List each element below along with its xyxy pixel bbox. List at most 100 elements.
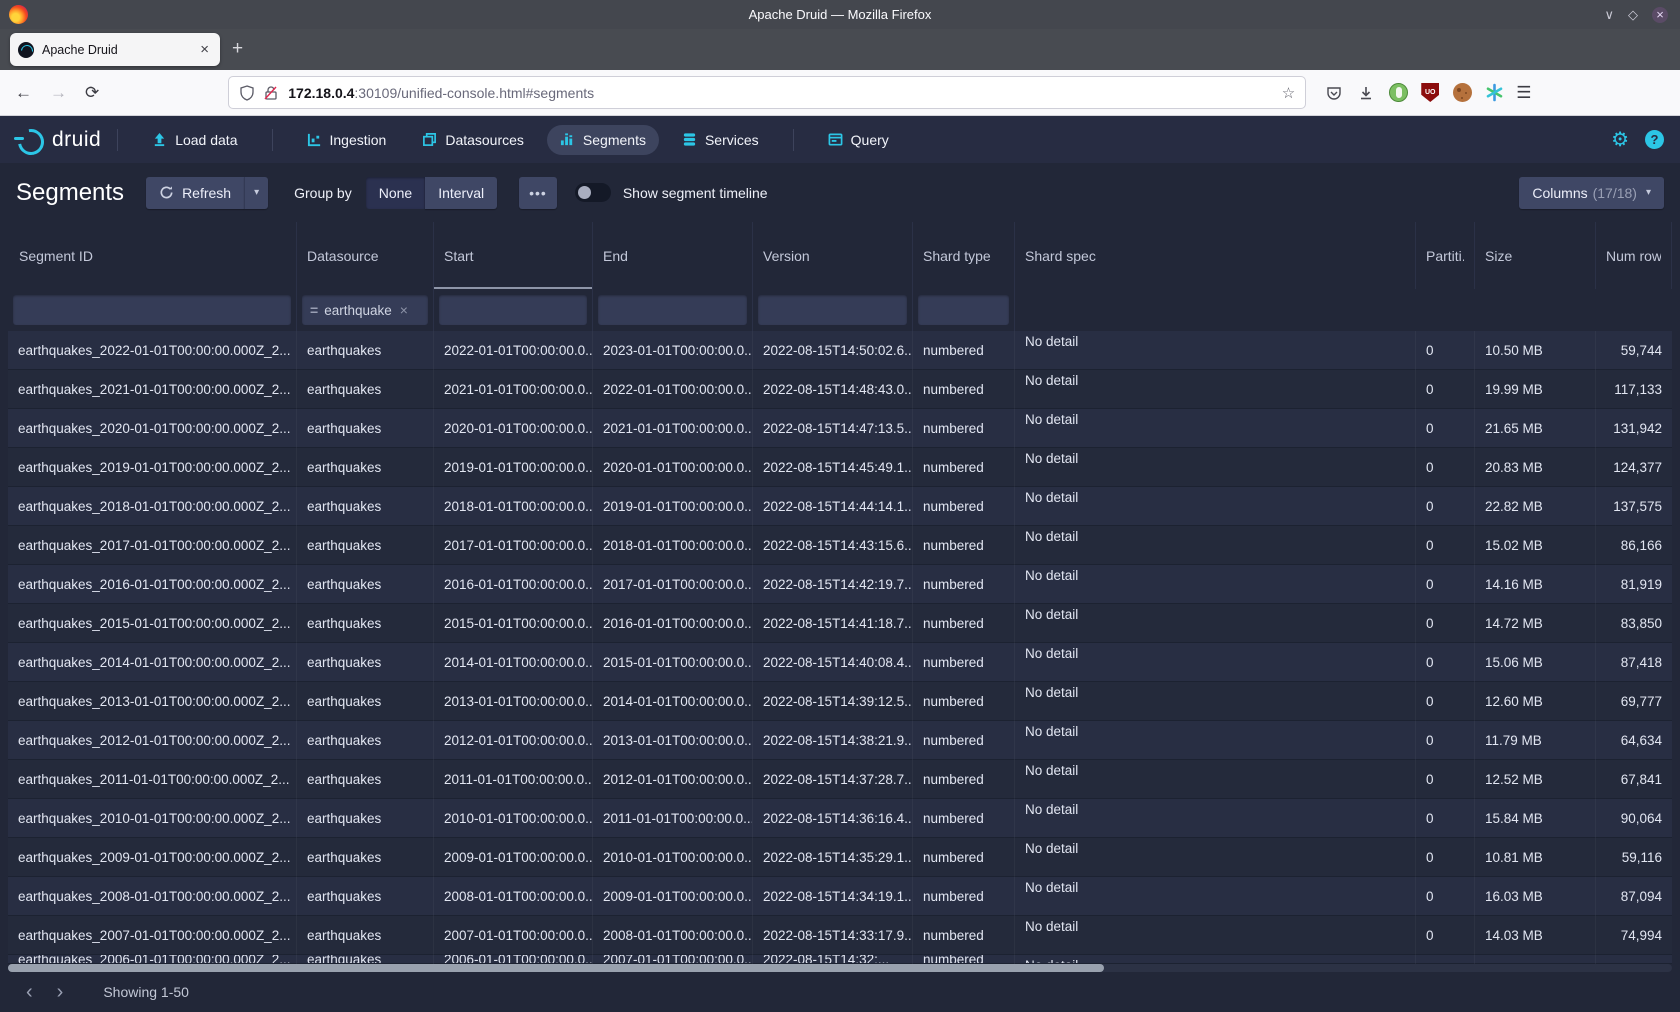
- table-row[interactable]: earthquakes_2017-01-01T00:00:00.000Z_2..…: [8, 526, 1672, 565]
- cell-shard-type: numbered: [913, 448, 1015, 487]
- table-row[interactable]: earthquakes_2012-01-01T00:00:00.000Z_2..…: [8, 721, 1672, 760]
- downloads-icon[interactable]: [1356, 83, 1376, 103]
- nav-datasources[interactable]: Datasources: [409, 125, 537, 155]
- cell-num-rows: 131,942: [1596, 409, 1672, 448]
- filter-input-start[interactable]: [439, 295, 587, 325]
- column-header-version[interactable]: Version: [753, 222, 913, 289]
- cell-segment-id[interactable]: earthquakes_2020-01-01T00:00:00.000Z_2..…: [8, 409, 297, 448]
- cell-segment-id[interactable]: earthquakes_2019-01-01T00:00:00.000Z_2..…: [8, 448, 297, 487]
- cell-segment-id[interactable]: earthquakes_2022-01-01T00:00:00.000Z_2..…: [8, 331, 297, 370]
- filter-input-version[interactable]: [758, 295, 907, 325]
- more-options-button[interactable]: •••: [519, 177, 557, 209]
- cell-shard-spec: No detail: [1015, 487, 1416, 526]
- table-row[interactable]: earthquakes_2018-01-01T00:00:00.000Z_2..…: [8, 487, 1672, 526]
- cell-end: 2013-01-01T00:00:00.0...: [593, 721, 753, 760]
- column-header-datasource[interactable]: Datasource: [297, 222, 434, 289]
- table-row[interactable]: earthquakes_2013-01-01T00:00:00.000Z_2..…: [8, 682, 1672, 721]
- table-row[interactable]: earthquakes_2021-01-01T00:00:00.000Z_2..…: [8, 370, 1672, 409]
- column-header-partiti[interactable]: Partiti...: [1416, 222, 1475, 289]
- nav-query[interactable]: Query: [815, 125, 902, 155]
- table-row[interactable]: earthquakes_2006-01-01T00:00:00.000Z_2..…: [8, 955, 1672, 964]
- filter-input-end[interactable]: [598, 295, 747, 325]
- tab-apache-druid[interactable]: Apache Druid ×: [10, 33, 220, 66]
- filter-input-datasource[interactable]: =earthquake×: [302, 295, 428, 325]
- table-row[interactable]: earthquakes_2010-01-01T00:00:00.000Z_2..…: [8, 799, 1672, 838]
- settings-gear-icon[interactable]: ⚙: [1611, 127, 1629, 152]
- column-header-start[interactable]: Start: [434, 222, 593, 289]
- prev-page-icon[interactable]: ‹: [14, 981, 45, 1004]
- table-row[interactable]: earthquakes_2008-01-01T00:00:00.000Z_2..…: [8, 877, 1672, 916]
- table-row[interactable]: earthquakes_2014-01-01T00:00:00.000Z_2..…: [8, 643, 1672, 682]
- table-row[interactable]: earthquakes_2022-01-01T00:00:00.000Z_2..…: [8, 331, 1672, 370]
- cell-segment-id[interactable]: earthquakes_2007-01-01T00:00:00.000Z_2..…: [8, 916, 297, 955]
- forward-button[interactable]: →: [41, 79, 76, 107]
- clear-filter-icon[interactable]: ×: [400, 302, 408, 318]
- group-by-none-button[interactable]: None: [366, 177, 425, 209]
- horizontal-scrollbar[interactable]: [8, 964, 1672, 972]
- column-header-segment-id[interactable]: Segment ID: [8, 222, 297, 289]
- filter-input-shard-type[interactable]: [918, 295, 1009, 325]
- cell-segment-id[interactable]: earthquakes_2010-01-01T00:00:00.000Z_2..…: [8, 799, 297, 838]
- druid-navbar: druid Load data Ingestion Datasources Se…: [0, 116, 1680, 163]
- minimize-icon[interactable]: ∨: [1604, 8, 1614, 21]
- refresh-caret-button[interactable]: ▾: [244, 177, 268, 209]
- pocket-icon[interactable]: [1324, 83, 1344, 103]
- bookmark-star-icon[interactable]: ☆: [1282, 84, 1295, 102]
- tab-close-icon[interactable]: ×: [197, 41, 212, 58]
- refresh-button[interactable]: Refresh: [146, 177, 244, 209]
- privacy-badger-icon[interactable]: [1388, 83, 1408, 103]
- next-page-icon[interactable]: ›: [45, 981, 76, 1004]
- table-row[interactable]: earthquakes_2011-01-01T00:00:00.000Z_2..…: [8, 760, 1672, 799]
- close-window-icon[interactable]: ×: [1652, 7, 1668, 23]
- cell-segment-id[interactable]: earthquakes_2016-01-01T00:00:00.000Z_2..…: [8, 565, 297, 604]
- cell-segment-id[interactable]: earthquakes_2017-01-01T00:00:00.000Z_2..…: [8, 526, 297, 565]
- nav-load-data[interactable]: Load data: [139, 125, 250, 155]
- nav-services[interactable]: Services: [669, 125, 772, 155]
- reload-button[interactable]: ⟳: [76, 79, 108, 107]
- scrollbar-thumb[interactable]: [8, 964, 1104, 972]
- cell-segment-id[interactable]: earthquakes_2009-01-01T00:00:00.000Z_2..…: [8, 838, 297, 877]
- filter-input-segment-id[interactable]: [13, 295, 291, 325]
- table-row[interactable]: earthquakes_2016-01-01T00:00:00.000Z_2..…: [8, 565, 1672, 604]
- column-header-size[interactable]: Size: [1475, 222, 1596, 289]
- cell-segment-id[interactable]: earthquakes_2015-01-01T00:00:00.000Z_2..…: [8, 604, 297, 643]
- cell-segment-id[interactable]: earthquakes_2021-01-01T00:00:00.000Z_2..…: [8, 370, 297, 409]
- cell-segment-id[interactable]: earthquakes_2012-01-01T00:00:00.000Z_2..…: [8, 721, 297, 760]
- group-by-interval-button[interactable]: Interval: [425, 177, 497, 209]
- maximize-icon[interactable]: ◇: [1628, 8, 1638, 21]
- columns-button[interactable]: Columns (17/18) ▾: [1519, 177, 1664, 209]
- cell-segment-id[interactable]: earthquakes_2006-01-01T00:00:00.000Z_2..…: [8, 955, 297, 964]
- column-header-shard-type[interactable]: Shard type: [913, 222, 1015, 289]
- cell-segment-id[interactable]: earthquakes_2018-01-01T00:00:00.000Z_2..…: [8, 487, 297, 526]
- column-header-end[interactable]: End: [593, 222, 753, 289]
- menu-icon[interactable]: ☰: [1516, 83, 1531, 103]
- insecure-lock-icon[interactable]: [263, 85, 279, 101]
- druid-brand[interactable]: druid: [14, 127, 101, 153]
- shield-icon[interactable]: [239, 85, 255, 101]
- cell-partition: 0: [1416, 526, 1475, 565]
- table-row[interactable]: earthquakes_2009-01-01T00:00:00.000Z_2..…: [8, 838, 1672, 877]
- cookie-extension-icon[interactable]: [1452, 83, 1472, 103]
- cell-segment-id[interactable]: earthquakes_2013-01-01T00:00:00.000Z_2..…: [8, 682, 297, 721]
- extension-asterisk-icon[interactable]: [1484, 83, 1504, 103]
- column-header-shard-spec[interactable]: Shard spec: [1015, 222, 1416, 289]
- cell-segment-id[interactable]: earthquakes_2011-01-01T00:00:00.000Z_2..…: [8, 760, 297, 799]
- url-text[interactable]: 172.18.0.4:30109/unified-console.html#se…: [288, 85, 1282, 101]
- segment-timeline-toggle[interactable]: [575, 183, 611, 202]
- cell-partition: 0: [1416, 370, 1475, 409]
- cell-segment-id[interactable]: earthquakes_2014-01-01T00:00:00.000Z_2..…: [8, 643, 297, 682]
- help-icon[interactable]: ?: [1645, 130, 1664, 149]
- table-row[interactable]: earthquakes_2020-01-01T00:00:00.000Z_2..…: [8, 409, 1672, 448]
- new-tab-button[interactable]: +: [232, 38, 243, 60]
- ublock-origin-icon[interactable]: UO: [1420, 83, 1440, 103]
- column-header-num-rows[interactable]: Num rows: [1596, 222, 1672, 289]
- table-row[interactable]: earthquakes_2007-01-01T00:00:00.000Z_2..…: [8, 916, 1672, 955]
- cell-segment-id[interactable]: earthquakes_2008-01-01T00:00:00.000Z_2..…: [8, 877, 297, 916]
- cell-partition: 0: [1416, 682, 1475, 721]
- back-button[interactable]: ←: [6, 79, 41, 107]
- nav-segments[interactable]: Segments: [547, 125, 659, 155]
- table-row[interactable]: earthquakes_2019-01-01T00:00:00.000Z_2..…: [8, 448, 1672, 487]
- nav-ingestion[interactable]: Ingestion: [294, 125, 400, 155]
- table-row[interactable]: earthquakes_2015-01-01T00:00:00.000Z_2..…: [8, 604, 1672, 643]
- url-bar[interactable]: 172.18.0.4:30109/unified-console.html#se…: [228, 76, 1306, 109]
